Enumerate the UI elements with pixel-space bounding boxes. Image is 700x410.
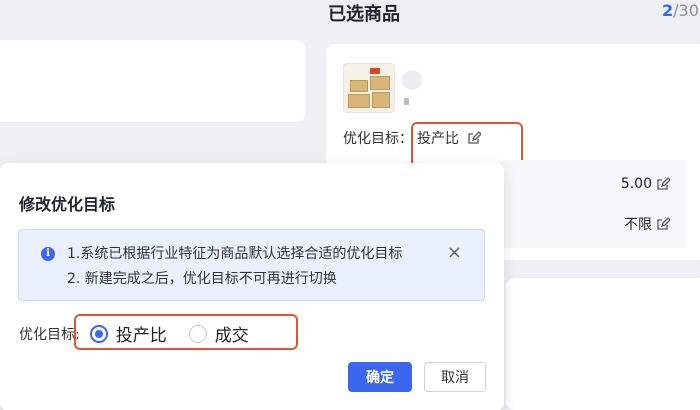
selected-count-total: /30 [673, 1, 699, 20]
background-card [0, 40, 306, 122]
info-notice: i 1.系统已根据行业特征为商品默认选择合适的优化目标 2. 新建完成之后，优化… [18, 229, 485, 301]
product-thumbnail[interactable] [343, 63, 395, 113]
radio-highlight-box [74, 314, 298, 350]
metric-row: 不限 [624, 214, 670, 234]
metric-row: 5.00 [621, 176, 670, 192]
notice-line: 2. 新建完成之后，优化目标不可再进行切换 [67, 271, 337, 287]
metrics-area: 5.00 不限 [500, 160, 686, 248]
dialog-title: 修改优化目标 [19, 195, 116, 214]
selected-products-title: 已选商品 [328, 4, 400, 25]
product-card [506, 278, 700, 410]
metric-value: 5.00 [620, 176, 652, 192]
goal-label: 优化目标: [19, 326, 80, 343]
notice-line: 1.系统已根据行业特征为商品默认选择合适的优化目标 [67, 246, 403, 262]
edit-icon[interactable] [656, 217, 670, 231]
product-text-fragment [404, 98, 409, 105]
cancel-button[interactable]: 取消 [424, 362, 486, 392]
selected-count-current: 2 [662, 1, 674, 20]
edit-goal-dialog: 修改优化目标 i 1.系统已根据行业特征为商品默认选择合适的优化目标 2. 新建… [0, 163, 504, 410]
selected-count: 2/30 [662, 1, 699, 20]
info-icon: i [41, 247, 55, 261]
metric-value: 不限 [624, 217, 652, 233]
confirm-button[interactable]: 确定 [348, 362, 412, 392]
product-goal-label: 优化目标： [343, 131, 413, 147]
shop-avatar [402, 70, 422, 90]
edit-icon[interactable] [656, 177, 670, 191]
close-icon[interactable]: × [447, 244, 462, 262]
